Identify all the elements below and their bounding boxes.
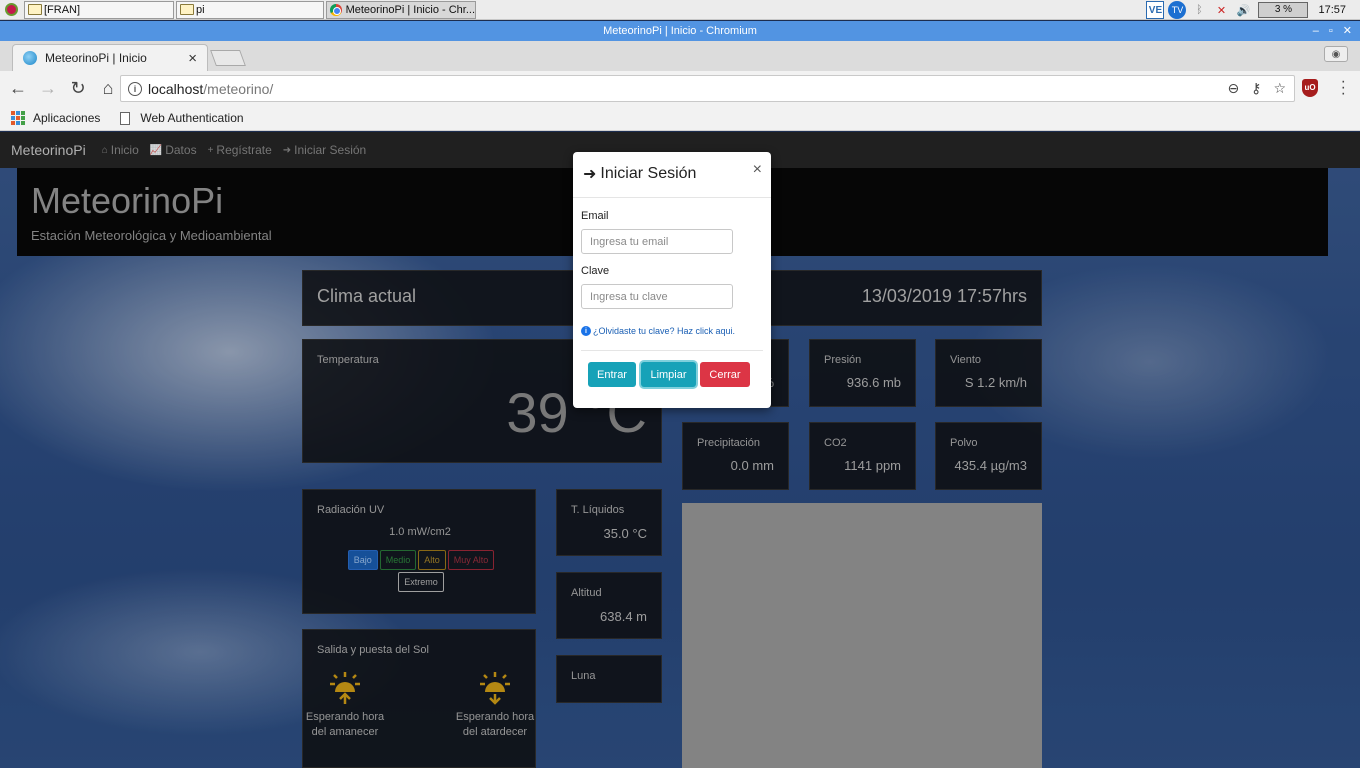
tab-title: MeteorinoPi | Inicio: [45, 51, 147, 65]
forgot-password-text: ¿Olvidaste tu clave? Haz click aqui.: [593, 326, 736, 336]
ublock-extension-icon[interactable]: uO: [1302, 79, 1318, 97]
maximize-button[interactable]: ▫: [1329, 21, 1333, 41]
tab-strip: MeteorinoPi | Inicio × ◉: [0, 41, 1360, 71]
key-icon[interactable]: ⚷: [1251, 80, 1261, 97]
address-bar[interactable]: i localhost/meteorino/ ⊖ ⚷ ☆: [120, 75, 1295, 102]
folder-icon: [28, 4, 42, 15]
page-icon: [120, 111, 131, 125]
bookmark-web-authentication[interactable]: Web Authentication: [140, 111, 243, 125]
email-field[interactable]: [581, 229, 733, 254]
cpu-monitor: 3 %: [1258, 2, 1309, 18]
modal-title: ➜ Iniciar Sesión: [583, 164, 696, 184]
browser-menu-icon[interactable]: · · ·: [1341, 74, 1346, 102]
modal-title-text: Iniciar Sesión: [600, 165, 697, 182]
taskbar-task-label: MeteorinoPi | Inicio - Chr...: [345, 3, 475, 16]
site-info-icon[interactable]: i: [128, 81, 142, 96]
forgot-password-link[interactable]: i ¿Olvidaste tu clave? Haz click aqui.: [581, 326, 735, 336]
apps-grid-icon: [11, 111, 25, 125]
bluetooth-icon[interactable]: ᛒ: [1190, 1, 1208, 19]
home-button[interactable]: ⌂: [94, 75, 122, 103]
password-field[interactable]: [581, 284, 733, 309]
modal-header: ➜ Iniciar Sesión ×: [573, 152, 771, 198]
taskbar-task-label: pi: [196, 3, 205, 16]
browser-toolbar: ← → ↻ ⌂ i localhost/meteorino/ ⊖ ⚷ ☆ uO …: [0, 71, 1360, 106]
bookmark-apps[interactable]: Aplicaciones: [33, 111, 100, 125]
window-title: MeteorinoPi | Inicio - Chromium: [603, 25, 757, 37]
zoom-icon[interactable]: ⊖: [1227, 80, 1239, 97]
taskbar-task-pi[interactable]: pi: [176, 0, 324, 19]
window-titlebar: MeteorinoPi | Inicio - Chromium – ▫ ✕: [0, 21, 1360, 41]
browser-tab-active[interactable]: MeteorinoPi | Inicio ×: [12, 44, 208, 71]
enter-button[interactable]: Entrar: [588, 362, 636, 387]
password-label: Clave: [581, 265, 610, 277]
tab-close-icon[interactable]: ×: [188, 50, 197, 67]
email-label: Email: [581, 210, 609, 222]
volume-icon[interactable]: 🔊: [1234, 1, 1252, 19]
modal-divider: [581, 350, 763, 351]
url-host: localhost: [148, 80, 204, 97]
os-taskbar: [FRAN] pi MeteorinoPi | Inicio - Chr... …: [0, 0, 1360, 20]
network-disconnected-icon[interactable]: ✕: [1212, 1, 1230, 19]
sign-in-icon: ➜: [583, 166, 597, 183]
back-button[interactable]: ←: [4, 75, 32, 103]
start-menu-button[interactable]: [0, 0, 22, 20]
clear-button[interactable]: Limpiar: [641, 362, 696, 387]
teamviewer-icon[interactable]: TV: [1168, 1, 1187, 19]
taskbar-task-label: [FRAN]: [44, 3, 81, 16]
minimize-button[interactable]: –: [1313, 21, 1319, 41]
url-path: /meteorino/: [203, 80, 274, 97]
reload-button[interactable]: ↻: [64, 75, 92, 103]
modal-close-icon[interactable]: ×: [753, 161, 762, 179]
taskbar-task-chromium[interactable]: MeteorinoPi | Inicio - Chr...: [326, 0, 476, 19]
window-close-button[interactable]: ✕: [1343, 21, 1352, 41]
site-favicon-icon: [23, 51, 37, 65]
vnc-icon[interactable]: VE: [1146, 1, 1165, 19]
new-tab-button[interactable]: [210, 50, 246, 66]
forward-button[interactable]: →: [34, 75, 62, 103]
raspberry-icon: [4, 3, 18, 16]
profile-icon[interactable]: ◉: [1324, 46, 1348, 62]
bookmarks-bar: Aplicaciones Web Authentication: [0, 106, 1360, 131]
page-content: MeteorinoPi ⌂ Inicio 📈 Datos + Regístrate ➜…: [0, 132, 1360, 768]
info-icon: i: [581, 326, 591, 336]
chromium-icon: [330, 3, 342, 16]
login-modal: ➜ Iniciar Sesión × Email Clave i ¿Olvida…: [573, 152, 771, 408]
clock[interactable]: 17:57: [1318, 4, 1346, 16]
taskbar-task-fran[interactable]: [FRAN]: [24, 0, 174, 19]
bookmark-star-icon[interactable]: ☆: [1273, 80, 1286, 97]
folder-icon: [180, 4, 194, 15]
system-tray: VE TV ᛒ ✕ 🔊 3 % 17:57: [1142, 0, 1360, 20]
close-button[interactable]: Cerrar: [700, 362, 750, 387]
